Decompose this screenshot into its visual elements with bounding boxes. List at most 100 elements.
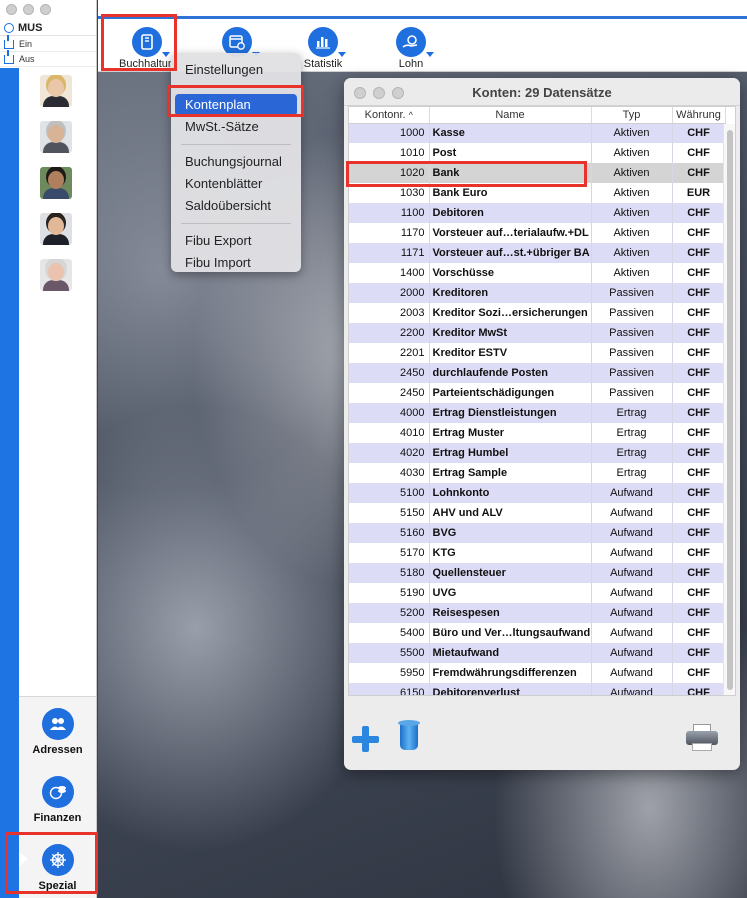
table-row[interactable]: 5190 UVG Aufwand CHF — [349, 583, 726, 603]
table-row[interactable]: 2000 Kreditoren Passiven CHF — [349, 283, 726, 303]
wheel-icon — [41, 844, 74, 876]
currency-cell: CHF — [672, 263, 726, 283]
currency-cell: CHF — [672, 623, 726, 643]
clock-out-row[interactable]: Aus — [0, 49, 96, 67]
clock-in-row[interactable]: Ein — [0, 34, 96, 52]
account-type-cell: Aufwand — [591, 583, 673, 603]
table-scrollbar[interactable] — [723, 124, 735, 695]
table-row[interactable]: 5150 AHV und ALV Aufwand CHF — [349, 503, 726, 523]
table-row[interactable]: 2450 durchlaufende Posten Passiven CHF — [349, 363, 726, 383]
table-row[interactable]: 1170 Vorsteuer auf…terialaufw.+DL Aktiven C… — [349, 223, 726, 243]
table-row[interactable]: 1100 Debitoren Aktiven CHF — [349, 203, 726, 223]
avatar[interactable] — [40, 75, 72, 107]
toolbar-button-label: Buchhaltung — [119, 58, 175, 70]
avatar[interactable] — [40, 213, 72, 245]
table-row[interactable]: 4020 Ertrag Humbel Ertrag CHF — [349, 443, 726, 463]
table-row[interactable]: 6150 Debitorenverlust Aufwand CHF — [349, 683, 726, 695]
account-name-cell: durchlaufende Posten — [429, 363, 592, 383]
trash-icon — [400, 724, 418, 750]
avatar[interactable] — [40, 121, 72, 153]
table-row[interactable]: 5160 BVG Aufwand CHF — [349, 523, 726, 543]
column-header-name[interactable]: Name — [429, 107, 592, 124]
menu-item-buchungsjournal[interactable]: Buchungsjournal — [171, 151, 301, 173]
toolbar-button-label: Lohn — [398, 58, 424, 70]
nav-label: Adressen — [32, 744, 83, 756]
table-row[interactable]: 5180 Quellensteuer Aufwand CHF — [349, 563, 726, 583]
table-row[interactable]: 1400 Vorschüsse Aktiven CHF — [349, 263, 726, 283]
currency-cell: CHF — [672, 363, 726, 383]
table-row[interactable]: 2200 Kreditor MwSt Passiven CHF — [349, 323, 726, 343]
clock-icon — [4, 22, 14, 33]
upload-icon — [4, 49, 14, 64]
delete-account-button[interactable] — [398, 720, 420, 752]
table-row[interactable]: 5100 Lohnkonto Aufwand CHF — [349, 483, 726, 503]
currency-cell: CHF — [672, 423, 726, 443]
account-number-cell: 2200 — [349, 323, 430, 343]
konten-titlebar: Konten: 29 Datensätze — [344, 78, 740, 106]
download-icon — [4, 34, 14, 49]
table-row[interactable]: 5170 KTG Aufwand CHF — [349, 543, 726, 563]
menu-item-mwst-saetze[interactable]: MwSt.-Sätze — [171, 116, 301, 138]
toolbar-lohn-button[interactable]: Lohn — [376, 27, 446, 70]
konten-table: Kontonr. ^ Name Typ Währung 1000 Kasse Akt… — [349, 107, 726, 695]
close-window-button[interactable] — [6, 4, 17, 15]
menu-item-fibu-import[interactable]: Fibu Import — [171, 252, 301, 274]
column-header-typ[interactable]: Typ — [591, 107, 673, 124]
nav-finanzen[interactable]: Finanzen — [19, 776, 96, 824]
table-row[interactable]: 1030 Bank Euro Aktiven EUR — [349, 183, 726, 203]
account-number-cell: 5190 — [349, 583, 430, 603]
account-number-cell: 1030 — [349, 183, 430, 203]
currency-cell: CHF — [672, 603, 726, 623]
table-row[interactable]: 4030 Ertrag Sample Ertrag CHF — [349, 463, 726, 483]
account-name-cell: Vorsteuer auf…terialaufw.+DL — [429, 223, 592, 243]
avatar[interactable] — [40, 167, 72, 199]
currency-cell: CHF — [672, 663, 726, 683]
scrollbar-thumb[interactable] — [727, 130, 733, 690]
account-number-cell: 4000 — [349, 403, 430, 423]
account-type-cell: Passiven — [591, 323, 673, 343]
avatar[interactable] — [40, 259, 72, 291]
account-number-cell: 5150 — [349, 503, 430, 523]
table-row[interactable]: 2201 Kreditor ESTV Passiven CHF — [349, 343, 726, 363]
table-row[interactable]: 5500 Mietaufwand Aufwand CHF — [349, 643, 726, 663]
account-type-cell: Aktiven — [591, 203, 673, 223]
currency-cell: CHF — [672, 563, 726, 583]
menu-item-saldouebersicht[interactable]: Saldoübersicht — [171, 195, 301, 217]
currency-cell: CHF — [672, 283, 726, 303]
column-header-kontonr[interactable]: Kontonr. ^ — [349, 107, 430, 124]
table-row[interactable]: 5400 Büro und Ver…ltungsaufwand Aufwand CHF — [349, 623, 726, 643]
account-number-cell: 5170 — [349, 543, 430, 563]
zoom-window-button[interactable] — [40, 4, 51, 15]
currency-cell: CHF — [672, 523, 726, 543]
nav-spezial[interactable]: Spezial — [19, 844, 96, 892]
account-name-cell: Fremdwährungsdifferenzen — [429, 663, 592, 683]
nav-adressen[interactable]: Adressen — [19, 708, 96, 756]
menu-item-kontenplan[interactable]: Kontenplan — [175, 94, 297, 116]
table-row[interactable]: 4010 Ertrag Muster Ertrag CHF — [349, 423, 726, 443]
table-row[interactable]: 1171 Vorsteuer auf…st.+übriger BA Aktiven C… — [349, 243, 726, 263]
menu-item-kontenblaetter[interactable]: Kontenblätter — [171, 173, 301, 195]
account-name-cell: Vorsteuer auf…st.+übriger BA — [429, 243, 592, 263]
account-number-cell: 5500 — [349, 643, 430, 663]
table-row[interactable]: 1010 Post Aktiven CHF — [349, 143, 726, 163]
add-account-button[interactable] — [350, 724, 380, 754]
table-row[interactable]: 4000 Ertrag Dienstleistungen Ertrag CHF — [349, 403, 726, 423]
table-row[interactable]: 2450 Parteientschädigungen Passiven CHF — [349, 383, 726, 403]
currency-cell: CHF — [672, 143, 726, 163]
account-number-cell: 4010 — [349, 423, 430, 443]
print-button[interactable] — [686, 724, 718, 752]
minimize-window-button[interactable] — [23, 4, 34, 15]
menu-item-fibu-export[interactable]: Fibu Export — [171, 230, 301, 252]
column-header-waehrung[interactable]: Währung — [672, 107, 726, 124]
table-row[interactable]: 2003 Kreditor Sozi…ersicherungen Passiven C… — [349, 303, 726, 323]
account-name-cell: Debitorenverlust — [429, 683, 592, 695]
table-row[interactable]: 1000 Kasse Aktiven CHF — [349, 123, 726, 143]
account-type-cell: Aufwand — [591, 563, 673, 583]
menu-separator — [181, 87, 291, 88]
account-number-cell: 4020 — [349, 443, 430, 463]
table-row[interactable]: 5950 Fremdwährungsdifferenzen Aufwand CHF — [349, 663, 726, 683]
table-row[interactable]: 5200 Reisespesen Aufwand CHF — [349, 603, 726, 623]
menu-item-einstellungen[interactable]: Einstellungen — [171, 59, 301, 81]
module-navigation: Adressen Finanzen Spezial — [19, 696, 96, 898]
table-row[interactable]: 1020 Bank Aktiven CHF — [349, 163, 726, 183]
